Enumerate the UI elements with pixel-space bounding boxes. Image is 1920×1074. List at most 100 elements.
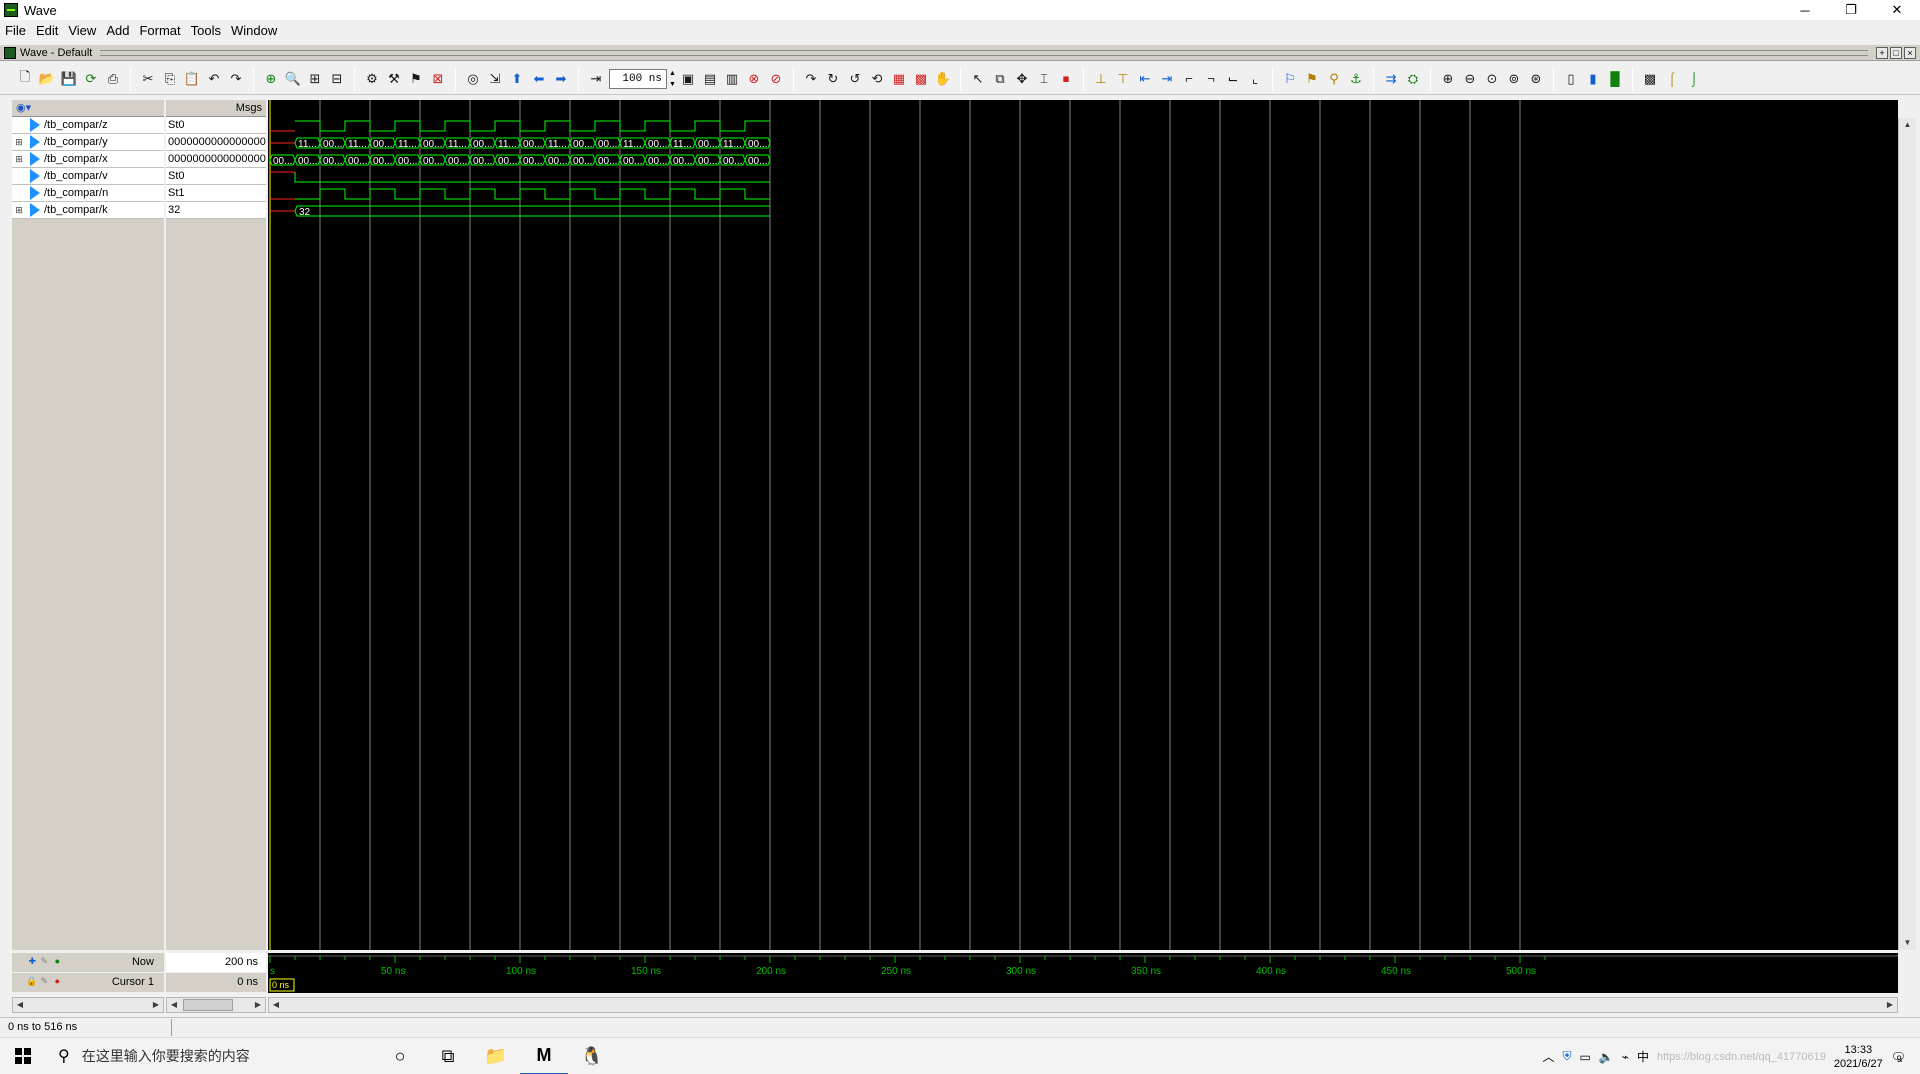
scroll-left-icon[interactable]: ◀ bbox=[167, 998, 181, 1012]
battery-icon[interactable]: ▭ bbox=[1579, 1050, 1590, 1064]
expand-time-icon[interactable]: ⇉ bbox=[1382, 70, 1400, 88]
scroll-left-icon[interactable]: ◀ bbox=[269, 998, 283, 1012]
step-icon[interactable]: ⇲ bbox=[486, 70, 504, 88]
pan-mode-icon[interactable]: ✥ bbox=[1013, 70, 1031, 88]
show-grid-icon[interactable]: ▯ bbox=[1562, 70, 1580, 88]
copy-icon[interactable]: ⎘ bbox=[161, 70, 179, 88]
hand-icon[interactable]: ✋ bbox=[934, 70, 952, 88]
restore-button[interactable]: ❐ bbox=[1828, 0, 1874, 20]
ime-indicator[interactable]: 中 bbox=[1637, 1048, 1649, 1065]
next-transition-icon[interactable]: ⇥ bbox=[1158, 70, 1176, 88]
edit-mode-icon[interactable]: ⌶ bbox=[1035, 70, 1053, 88]
wave-pane-hscrollbar[interactable]: ◀ ▶ bbox=[268, 997, 1898, 1013]
run-length-input[interactable]: 100 ns bbox=[609, 68, 667, 89]
wave-vertical-scrollbar[interactable]: ▲ ▼ bbox=[1898, 118, 1916, 950]
zoom-full-icon[interactable]: ⊙ bbox=[1483, 70, 1501, 88]
stop-icon[interactable]: ⊘ bbox=[767, 70, 785, 88]
qq-icon[interactable]: 🐧 bbox=[568, 1038, 616, 1074]
restart-icon[interactable]: ◎ bbox=[464, 70, 482, 88]
name-column-header[interactable]: ◉▾ bbox=[12, 100, 164, 117]
value-pane-hscrollbar[interactable]: ◀ ▶ bbox=[166, 997, 266, 1013]
signal-row[interactable]: ⊞ /tb_compar/k bbox=[12, 202, 164, 219]
step-over-icon[interactable]: ↻ bbox=[824, 70, 842, 88]
network-icon[interactable]: ⌁ bbox=[1622, 1050, 1629, 1064]
prev-edge-icon[interactable]: ⌐ bbox=[1180, 70, 1198, 88]
reload-icon[interactable]: ⟳ bbox=[82, 70, 100, 88]
lock-icon[interactable]: 🔒 bbox=[26, 976, 37, 986]
tray-overflow-icon[interactable]: ︿ bbox=[1542, 1048, 1554, 1065]
marker-next-icon[interactable]: ⌡ bbox=[1685, 70, 1703, 88]
bookmark-add-icon[interactable]: ⚐ bbox=[1281, 70, 1299, 88]
compile-icon[interactable]: ⚙ bbox=[363, 70, 381, 88]
list-icon[interactable]: ⊟ bbox=[328, 70, 346, 88]
step-into-icon[interactable]: ↷ bbox=[802, 70, 820, 88]
time-axis[interactable]: s 50 ns 100 ns 150 ns 200 ns 250 ns 300 ns 350 … bbox=[268, 953, 1898, 993]
step-dropdown-icon[interactable]: ⟲ bbox=[868, 70, 886, 88]
cursor-edit-icon[interactable]: ✎ bbox=[38, 956, 48, 966]
cut-icon[interactable]: ✂ bbox=[139, 70, 157, 88]
up-arrow-icon[interactable]: ⬆ bbox=[508, 70, 526, 88]
signal-row[interactable]: /tb_compar/z bbox=[12, 117, 164, 134]
cursor-add-icon[interactable]: ✚ bbox=[26, 956, 36, 966]
waveform-canvas[interactable]: 11... 00... 11... 00... 11... 00... 11... 00...… bbox=[268, 100, 1898, 950]
close-button[interactable]: ✕ bbox=[1874, 0, 1920, 20]
bookmark-delete-icon[interactable]: ⚓ bbox=[1347, 70, 1365, 88]
insert-cursor-icon[interactable]: ⊥ bbox=[1092, 70, 1110, 88]
dataflow-icon[interactable]: ⛭ bbox=[1404, 70, 1422, 88]
select-mode-icon[interactable]: ↖ bbox=[969, 70, 987, 88]
menu-format[interactable]: Format bbox=[134, 20, 185, 42]
forward-arrow-icon[interactable]: ➡ bbox=[552, 70, 570, 88]
run-all-icon[interactable]: ▥ bbox=[723, 70, 741, 88]
signal-row[interactable]: /tb_compar/v bbox=[12, 168, 164, 185]
taskbar-clock[interactable]: 13:33 2021/6/27 bbox=[1834, 1043, 1883, 1071]
run-icon[interactable]: ▣ bbox=[679, 70, 697, 88]
prev-transition-icon[interactable]: ⇤ bbox=[1136, 70, 1154, 88]
stop-wave-icon[interactable]: ⏹ bbox=[1057, 70, 1075, 88]
undo-icon[interactable]: ↶ bbox=[205, 70, 223, 88]
signal-row[interactable]: ⊞ /tb_compar/x bbox=[12, 151, 164, 168]
run-length-icon[interactable]: ⇥ bbox=[587, 70, 605, 88]
zoom-in-icon[interactable]: ⊕ bbox=[1439, 70, 1457, 88]
delete-cursor-icon[interactable]: ⊤ bbox=[1114, 70, 1132, 88]
scroll-right-icon[interactable]: ▶ bbox=[149, 998, 163, 1012]
scroll-left-icon[interactable]: ◀ bbox=[13, 998, 27, 1012]
run-length-spinner[interactable]: ▲ ▼ bbox=[669, 69, 677, 89]
taskbar-search[interactable]: ⚲ 在这里输入你要搜索的内容 bbox=[46, 1037, 376, 1074]
performance-icon[interactable]: ▦ bbox=[890, 70, 908, 88]
pane-maximize-icon[interactable]: □ bbox=[1890, 46, 1902, 59]
add-wave-icon[interactable]: ⊕ bbox=[262, 70, 280, 88]
back-arrow-icon[interactable]: ⬅ bbox=[530, 70, 548, 88]
bookmark-goto-icon[interactable]: ⚲ bbox=[1325, 70, 1343, 88]
memory-icon[interactable]: ▩ bbox=[912, 70, 930, 88]
zoom-range-icon[interactable]: ⊛ bbox=[1527, 70, 1545, 88]
break-icon[interactable]: ⊠ bbox=[429, 70, 447, 88]
minimize-button[interactable]: ─ bbox=[1782, 0, 1828, 20]
expand-plus-icon[interactable]: ⊞ bbox=[14, 205, 24, 216]
simulate-icon[interactable]: ⚑ bbox=[407, 70, 425, 88]
zoom-cursor-icon[interactable]: ⊚ bbox=[1505, 70, 1523, 88]
cortana-icon[interactable]: ○ bbox=[376, 1038, 424, 1074]
redo-icon[interactable]: ↷ bbox=[227, 70, 245, 88]
zoom-out-icon[interactable]: ⊖ bbox=[1461, 70, 1479, 88]
wave-bg-icon[interactable]: █ bbox=[1606, 70, 1624, 88]
pane-drag-grip[interactable] bbox=[100, 49, 1868, 56]
continue-run-icon[interactable]: ▤ bbox=[701, 70, 719, 88]
next-edge-icon[interactable]: ¬ bbox=[1202, 70, 1220, 88]
menu-window[interactable]: Window bbox=[226, 20, 282, 42]
task-view-icon[interactable]: ⧉ bbox=[424, 1038, 472, 1074]
menu-edit[interactable]: Edit bbox=[31, 20, 63, 42]
expand-plus-icon[interactable]: ⊞ bbox=[14, 137, 24, 148]
volume-icon[interactable]: 🔈 bbox=[1599, 1050, 1614, 1064]
find-signal-icon[interactable]: ⊞ bbox=[306, 70, 324, 88]
save-icon[interactable]: 💾 bbox=[60, 70, 78, 88]
signal-row[interactable]: ⊞ /tb_compar/y bbox=[12, 134, 164, 151]
bookmark-icon[interactable]: ⚑ bbox=[1303, 70, 1321, 88]
pen-icon[interactable]: ✎ bbox=[38, 976, 48, 986]
cursor-1-value[interactable]: 0 ns bbox=[166, 973, 266, 992]
wave-color-icon[interactable]: ▮ bbox=[1584, 70, 1602, 88]
print-icon[interactable]: ⎙ bbox=[104, 70, 122, 88]
marker-icon[interactable]: ⌠ bbox=[1663, 70, 1681, 88]
signal-row[interactable]: /tb_compar/n bbox=[12, 185, 164, 202]
start-button[interactable] bbox=[0, 1038, 46, 1074]
menu-view[interactable]: View bbox=[63, 20, 101, 42]
